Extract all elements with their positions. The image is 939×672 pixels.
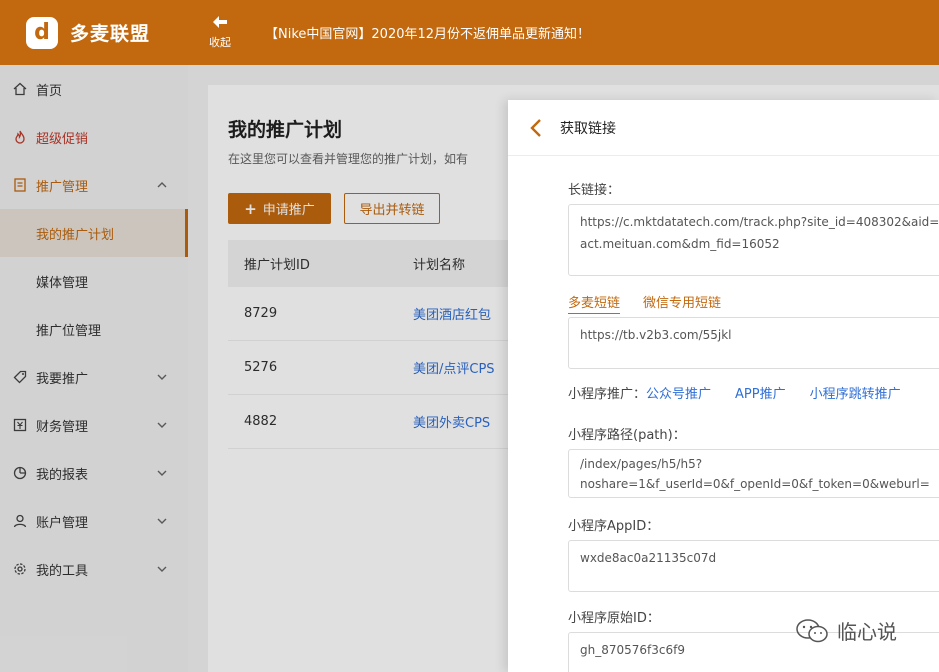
collapse-label: 收起 [209, 36, 231, 49]
drawer-header: 获取链接 [508, 100, 939, 156]
appid-value: wxde8ac0a21135c07d [580, 551, 717, 565]
mini-program-jump-link[interactable]: 小程序跳转推广 [810, 383, 901, 402]
short-link-tabs: 多麦短链 微信专用短链 [568, 292, 744, 314]
tab-wechat-short-link[interactable]: 微信专用短链 [643, 292, 721, 314]
app-promo-link[interactable]: APP推广 [735, 383, 786, 402]
notice-link[interactable]: 【Nike中国官网】2020年12月份不返佣单品更新通知！ [265, 23, 590, 42]
back-chevron-icon[interactable] [530, 117, 546, 139]
short-link-field[interactable]: https://tb.v2b3.com/55jkl [568, 317, 939, 369]
mini-program-row: 小程序推广： 公众号推广 APP推广 小程序跳转推广 [568, 383, 925, 402]
long-link-label: 长链接： [568, 183, 621, 198]
arrow-left-icon [213, 15, 227, 31]
long-link-value-line2: act.meituan.com&dm_fid=16052 [580, 237, 780, 251]
collapse-button[interactable]: 收起 [190, 15, 250, 50]
short-link-value: https://tb.v2b3.com/55jkl [580, 328, 732, 342]
tab-duomai-short-link[interactable]: 多麦短链 [568, 292, 621, 314]
mini-program-label: 小程序推广： [568, 387, 647, 402]
get-link-drawer: 获取链接 长链接： https://c.mktdatatech.com/trac… [508, 100, 939, 672]
top-header: d 多麦联盟 收起 【Nike中国官网】2020年12月份不返佣单品更新通知！ [0, 0, 939, 65]
drawer-title: 获取链接 [560, 120, 616, 137]
appid-label: 小程序AppID： [568, 519, 660, 534]
long-link-value-line1: https://c.mktdatatech.com/track.php?site… [580, 215, 939, 229]
path-field[interactable]: /index/pages/h5/h5? noshare=1&f_userId=0… [568, 449, 939, 498]
origin-id-label: 小程序原始ID： [568, 611, 660, 626]
app-name: 多麦联盟 [70, 23, 151, 45]
logo-icon: d [26, 16, 58, 49]
appid-field[interactable]: wxde8ac0a21135c07d [568, 540, 939, 592]
official-account-promo-link[interactable]: 公众号推广 [646, 383, 711, 402]
path-value-line2: noshare=1&f_userId=0&f_openId=0&f_token=… [580, 477, 930, 491]
path-value-line1: /index/pages/h5/h5? [580, 457, 703, 471]
long-link-field[interactable]: https://c.mktdatatech.com/track.php?site… [568, 204, 939, 276]
watermark-text: 临心说 [837, 620, 897, 644]
wechat-icon [796, 618, 828, 642]
watermark: 临心说 [795, 616, 897, 645]
path-label: 小程序路径(path)： [568, 428, 686, 443]
logo[interactable]: d 多麦联盟 [0, 16, 190, 49]
